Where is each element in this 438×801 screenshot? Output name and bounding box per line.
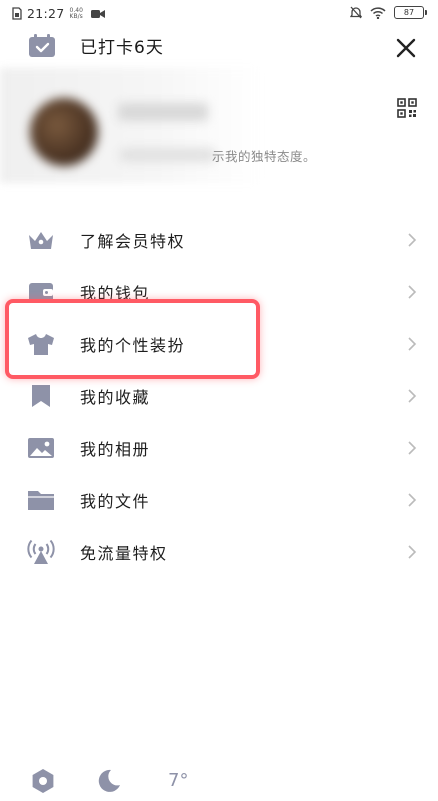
image-icon bbox=[28, 438, 54, 458]
settings-icon[interactable] bbox=[30, 768, 56, 794]
highlight-annotation bbox=[5, 299, 260, 379]
chevron-right-icon bbox=[408, 441, 417, 455]
chevron-right-icon bbox=[408, 545, 417, 559]
menu-item-label: 我的相册 bbox=[80, 440, 151, 459]
network-speed: 0.40 KB/s bbox=[69, 6, 83, 20]
status-time: 21:27 bbox=[27, 6, 65, 21]
battery-icon: 87 bbox=[394, 6, 427, 19]
chevron-right-icon bbox=[408, 285, 417, 299]
wifi-icon bbox=[370, 6, 386, 19]
chevron-right-icon bbox=[408, 493, 417, 507]
sim-icon bbox=[12, 7, 22, 20]
status-bar: 21:27 0.40 KB/s 87 bbox=[0, 0, 438, 28]
video-record-icon bbox=[90, 9, 105, 18]
night-mode-icon[interactable] bbox=[96, 768, 122, 794]
chevron-right-icon bbox=[408, 337, 417, 351]
profile-signature[interactable]: 示我的独特态度。 bbox=[212, 146, 316, 165]
signature-blurred bbox=[120, 148, 215, 162]
menu-item-label: 免流量特权 bbox=[80, 544, 168, 563]
status-bar-left: 21:27 0.40 KB/s bbox=[12, 6, 105, 21]
avatar[interactable] bbox=[30, 98, 98, 166]
checkin-label: 已打卡6天 bbox=[80, 38, 164, 58]
qr-code-icon[interactable] bbox=[397, 98, 417, 118]
username-blurred bbox=[118, 103, 208, 121]
menu-item-free-data[interactable]: 免流量特权 bbox=[0, 526, 438, 578]
signal-tower-icon bbox=[27, 539, 55, 564]
profile-card[interactable]: 示我的独特态度。 bbox=[0, 68, 438, 183]
checkin-status[interactable]: 已打卡6天 bbox=[28, 33, 164, 58]
menu-item-label: 我的文件 bbox=[80, 492, 151, 511]
mute-icon bbox=[350, 6, 362, 19]
calendar-check-icon bbox=[29, 33, 55, 57]
bottom-bar: 7° bbox=[0, 760, 438, 800]
folder-icon bbox=[28, 491, 54, 510]
close-icon[interactable] bbox=[392, 34, 420, 62]
menu-item-vip-privileges[interactable]: 了解会员特权 bbox=[0, 214, 438, 266]
menu-item-files[interactable]: 我的文件 bbox=[0, 474, 438, 526]
weather-temperature[interactable]: 7° bbox=[168, 770, 188, 791]
chevron-right-icon bbox=[408, 389, 417, 403]
menu-item-label: 了解会员特权 bbox=[80, 232, 186, 251]
menu-item-label: 我的收藏 bbox=[80, 388, 151, 407]
status-bar-right: 87 bbox=[350, 6, 427, 19]
chevron-right-icon bbox=[408, 233, 417, 247]
bookmark-icon bbox=[32, 385, 50, 407]
menu-item-album[interactable]: 我的相册 bbox=[0, 422, 438, 474]
crown-icon bbox=[29, 232, 53, 249]
